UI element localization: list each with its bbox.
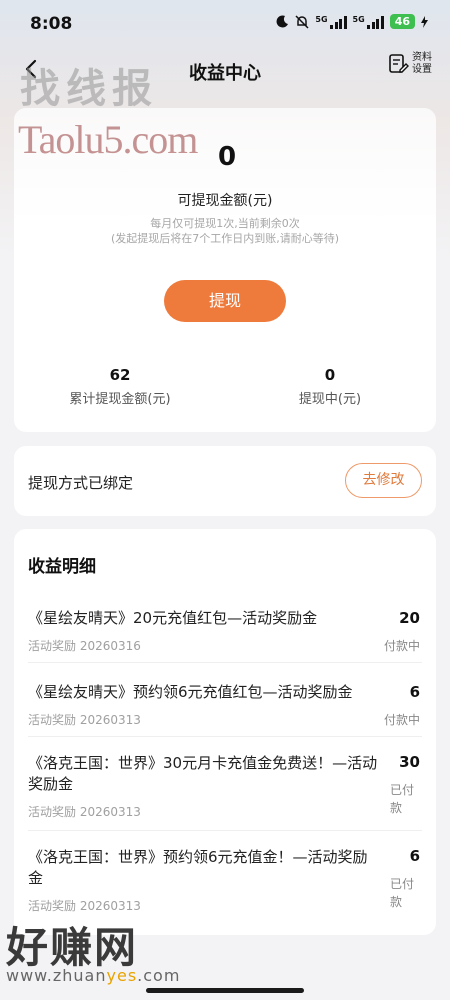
list-item[interactable]: 《星绘友晴天》预约领6元充值红包—活动奖励金 活动奖励 20260313 6 付… [28,663,422,737]
home-indicator[interactable] [146,988,304,993]
charging-icon [421,15,428,28]
signal-2-label: 5G [352,14,365,24]
mute-bell-icon [295,14,309,29]
item-amount: 6 [409,847,420,865]
modify-method-button[interactable]: 去修改 [345,463,422,498]
profile-settings-button[interactable]: 资料设置 [387,52,434,76]
edit-document-icon [389,54,409,73]
item-subtitle: 活动奖励 20260313 [28,899,141,913]
list-item[interactable]: 《星绘友晴天》20元充值红包—活动奖励金 活动奖励 20260316 20 付款… [28,589,422,663]
earnings-card: 收益明细 《星绘友晴天》20元充值红包—活动奖励金 活动奖励 20260316 … [14,529,436,935]
status-bar: 8:08 5G 5G 46 [0,0,450,48]
status-icons: 5G 5G 46 [276,14,428,29]
pending-withdraw-value: 0 [324,366,336,384]
total-withdrawn-label: 累计提现金额(元) [69,392,171,407]
total-withdrawn-stat: 62 累计提现金额(元) [20,366,220,407]
pending-withdraw-label: 提现中(元) [298,392,362,407]
withdraw-method-card: 提现方式已绑定 去修改 [14,446,436,516]
item-amount: 20 [399,609,420,627]
profile-settings-label: 资料设置 [412,52,432,75]
withdraw-button[interactable]: 提现 [164,280,286,322]
item-amount: 30 [399,753,420,771]
signal-icon-2: 5G [353,15,384,29]
earnings-title: 收益明细 [28,557,96,577]
status-time: 8:08 [30,14,73,34]
watermark-url-highlight: yes [106,966,138,985]
item-title: 《星绘友晴天》预约领6元充值红包—活动奖励金 [28,683,353,701]
list-item[interactable]: 《洛克王国：世界》30元月卡充值金免费送！—活动奖励金 活动奖励 2026031… [28,737,422,831]
item-subtitle: 活动奖励 20260316 [28,639,141,653]
withdrawable-label: 可提现金额(元) [177,193,273,209]
watermark-url: www.zhuanyes.com [6,966,180,985]
list-item[interactable]: 《洛克王国：世界》预约领6元充值金！—活动奖励金 活动奖励 20260313 6… [28,831,422,925]
item-status: 已付款 [390,877,415,909]
battery-level: 46 [389,14,415,29]
watermark-url-suffix: .com [137,966,181,985]
item-status: 付款中 [383,639,420,653]
watermark-url-prefix: www.zhuan [6,966,107,985]
item-subtitle: 活动奖励 20260313 [28,805,141,819]
total-withdrawn-value: 62 [109,366,131,384]
watermark-site: Taolu5.com [18,117,198,162]
signal-1-label: 5G [315,14,328,24]
withdraw-method-status: 提现方式已绑定 [28,474,134,492]
withdraw-arrival-note: (发起提现后将在7个工作日内到账,请耐心等待) [110,232,340,245]
item-title: 《星绘友晴天》20元充值红包—活动奖励金 [28,609,318,627]
item-subtitle: 活动奖励 20260313 [28,713,141,727]
signal-icon-1: 5G [315,14,347,29]
moon-icon [276,15,289,28]
item-title: 《洛克王国：世界》30元月卡充值金免费送！—活动奖励金 [28,754,378,793]
earnings-list: 《星绘友晴天》20元充值红包—活动奖励金 活动奖励 20260316 20 付款… [14,589,436,925]
pending-withdraw-stat: 0 提现中(元) [230,366,430,407]
item-status: 付款中 [383,713,420,727]
item-amount: 6 [409,683,420,701]
item-status: 已付款 [390,783,415,815]
item-title: 《洛克王国：世界》预约领6元充值金！—活动奖励金 [28,848,368,887]
watermark-top: 找线报 [20,65,158,112]
withdraw-limit-note: 每月仅可提现1次,当前剩余0次 [150,217,300,230]
